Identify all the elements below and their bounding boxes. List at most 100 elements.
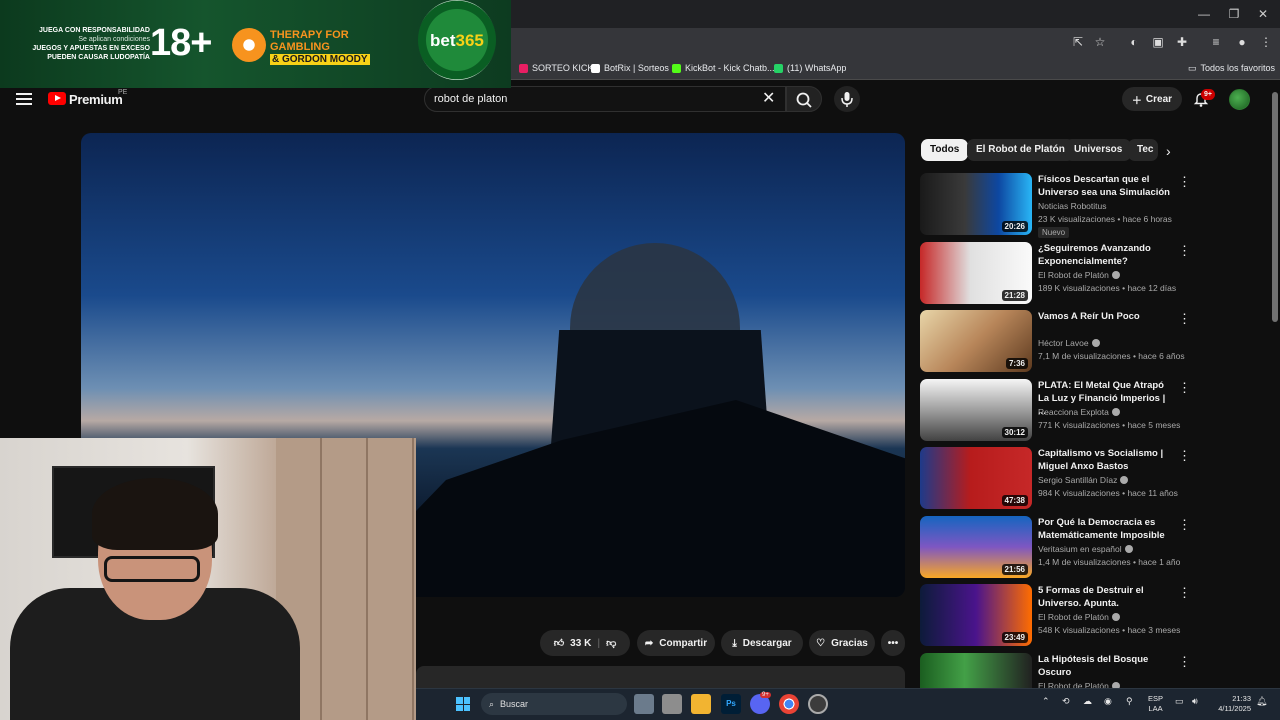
thanks-button[interactable]: ♡ Gracias: [809, 630, 875, 656]
bookmark-botrix[interactable]: BotRix | Sorteos: [591, 59, 669, 77]
download-button[interactable]: ⤓ Descargar: [721, 630, 803, 656]
voice-search-button[interactable]: [834, 86, 860, 112]
video-title[interactable]: Físicos Descartan que el Universo sea un…: [1038, 173, 1173, 199]
more-options-icon[interactable]: ⋮: [1178, 312, 1191, 325]
chrome-icon[interactable]: [779, 694, 799, 714]
reading-list-icon[interactable]: ≡: [1208, 34, 1224, 50]
video-thumbnail[interactable]: 7:36: [920, 310, 1032, 372]
more-options-icon[interactable]: ⋮: [1178, 449, 1191, 462]
description-box[interactable]: [416, 666, 905, 690]
video-title[interactable]: Capitalismo vs Socialismo | Miguel Anxo …: [1038, 447, 1173, 473]
channel-name[interactable]: Veritasium en español: [1038, 544, 1133, 554]
channel-name[interactable]: Sergio Santillán Díaz: [1038, 475, 1129, 485]
search-button[interactable]: [786, 86, 822, 112]
cloud-icon[interactable]: ☁: [1083, 696, 1092, 707]
ad-text: JUEGOS Y APUESTAS EN EXCESO: [32, 45, 150, 52]
chip-channel[interactable]: El Robot de Platón: [967, 139, 1074, 161]
channel-name[interactable]: El Robot de Platón: [1038, 612, 1120, 622]
tray-icon[interactable]: ◉: [1104, 696, 1112, 707]
speaker-icon[interactable]: 🔊︎: [1192, 696, 1198, 707]
minimize-button[interactable]: —: [1196, 6, 1212, 22]
recommendation-item[interactable]: 7:36 Vamos A Reír Un Poco Héctor Lavoe 7,1 …: [920, 310, 1275, 374]
video-title[interactable]: Por Qué la Democracia es Matemáticamente…: [1038, 516, 1173, 542]
recommendation-item[interactable]: 21:56 Por Qué la Democracia es Matemática…: [920, 516, 1275, 580]
video-title[interactable]: 5 Formas de Destruir el Universo. Apunta…: [1038, 584, 1173, 610]
search-query[interactable]: robot de platon: [434, 93, 507, 105]
video-meta: 189 K visualizaciones • hace 12 días: [1038, 283, 1177, 293]
browser-menu-icon[interactable]: ⋮: [1258, 34, 1274, 50]
video-thumbnail[interactable]: 30:12: [920, 379, 1032, 441]
more-options-icon[interactable]: ⋮: [1178, 655, 1191, 668]
channel-name[interactable]: Reacciona Explota: [1038, 407, 1120, 417]
video-thumbnail[interactable]: 20:26: [920, 173, 1032, 235]
chip-all[interactable]: Todos: [921, 139, 969, 161]
notification-icon[interactable]: 🔔︎: [1256, 696, 1267, 707]
ad-banner[interactable]: JUEGA CON RESPONSABILIDAD Se aplican con…: [0, 0, 511, 88]
video-title[interactable]: ¿Seguiremos Avanzando Exponencialmente?: [1038, 242, 1173, 268]
more-options-icon[interactable]: ⋮: [1178, 381, 1191, 394]
video-title[interactable]: Vamos A Reír Un Poco: [1038, 310, 1173, 323]
windows-start-icon[interactable]: [456, 697, 470, 711]
video-thumbnail[interactable]: 47:38: [920, 447, 1032, 509]
recommendation-item[interactable]: 30:12 PLATA: El Metal Que Atrapó La Luz y…: [920, 379, 1275, 443]
brand-part: bet: [430, 31, 456, 50]
extension-icon[interactable]: ▣: [1150, 34, 1166, 50]
thumbs-down-icon[interactable]: 👎︎: [606, 637, 616, 649]
create-button[interactable]: ＋ Crear: [1122, 87, 1182, 111]
more-options-icon[interactable]: ⋮: [1178, 518, 1191, 531]
recommendation-item[interactable]: 21:28 ¿Seguiremos Avanzando Exponencialme…: [920, 242, 1275, 306]
video-thumbnail[interactable]: 21:28: [920, 242, 1032, 304]
video-title[interactable]: La Hipótesis del Bosque Oscuro: [1038, 653, 1173, 679]
video-meta: 984 K visualizaciones • hace 11 años: [1038, 488, 1178, 498]
chip-universes[interactable]: Universos: [1065, 139, 1132, 161]
channel-name[interactable]: El Robot de Platón: [1038, 270, 1120, 280]
clear-search-icon[interactable]: ✕: [762, 91, 775, 107]
extension-icon[interactable]: ◐: [1126, 34, 1142, 50]
video-meta: 7,1 M de visualizaciones • hace 6 años: [1038, 351, 1185, 361]
bookmark-whatsapp[interactable]: (11) WhatsApp: [774, 59, 846, 77]
share-button[interactable]: ➦ Compartir: [637, 630, 715, 656]
bookmark-star-icon[interactable]: ☆: [1092, 34, 1108, 50]
page-scrollbar[interactable]: [1272, 92, 1278, 322]
maximize-button[interactable]: ❐: [1226, 6, 1242, 22]
account-avatar[interactable]: [1229, 89, 1250, 110]
recommendation-item[interactable]: 20:26 Físicos Descartan que el Universo s…: [920, 173, 1275, 238]
more-options-icon[interactable]: ⋮: [1178, 244, 1191, 257]
taskbar-search[interactable]: ⌕ Buscar: [481, 693, 627, 715]
tray-icon[interactable]: ⟲: [1062, 696, 1070, 707]
channel-name[interactable]: Noticias Robotitus: [1038, 201, 1107, 211]
bookmark-sorteo-kick[interactable]: SORTEO KICK: [519, 59, 593, 77]
file-explorer-icon[interactable]: [691, 694, 711, 714]
ad-text: PUEDEN CAUSAR LUDOPATÍA: [47, 54, 150, 61]
monitor-icon[interactable]: ▭: [1175, 696, 1184, 707]
puzzle-icon[interactable]: ✚: [1174, 34, 1190, 50]
video-thumbnail[interactable]: 21:56: [920, 516, 1032, 578]
photoshop-icon[interactable]: Ps: [721, 694, 741, 714]
youtube-premium-brand[interactable]: Premium: [69, 92, 123, 107]
youtube-logo-icon[interactable]: [48, 92, 66, 105]
all-favorites-folder[interactable]: ▭ Todos los favoritos: [1188, 59, 1275, 77]
close-window-button[interactable]: ✕: [1255, 6, 1271, 22]
bookmark-kickbot[interactable]: KickBot - Kick Chatb...: [672, 59, 775, 77]
install-app-icon[interactable]: ⇱: [1070, 34, 1086, 50]
tray-icon[interactable]: ⚲: [1126, 696, 1133, 707]
recommendation-item[interactable]: 47:38 Capitalismo vs Socialismo | Miguel …: [920, 447, 1275, 511]
more-options-icon[interactable]: ⋮: [1178, 586, 1191, 599]
like-count[interactable]: 33 K: [570, 638, 591, 649]
video-thumbnail[interactable]: 23:49: [920, 584, 1032, 646]
more-actions-button[interactable]: •••: [881, 630, 905, 656]
chip-tec[interactable]: Tec: [1128, 139, 1158, 161]
app-icon[interactable]: [808, 694, 828, 714]
thumbs-up-icon[interactable]: 👍︎: [554, 637, 564, 649]
input-language[interactable]: ESP LAA: [1148, 694, 1163, 714]
chevron-right-icon[interactable]: ›: [1166, 143, 1171, 159]
channel-name[interactable]: Héctor Lavoe: [1038, 338, 1100, 348]
recommendation-item[interactable]: 23:49 5 Formas de Destruir el Universo. A…: [920, 584, 1275, 648]
more-options-icon[interactable]: ⋮: [1178, 175, 1191, 188]
chevron-up-icon[interactable]: ⌃: [1042, 696, 1050, 707]
task-view-icon[interactable]: [634, 694, 654, 714]
hamburger-menu-icon[interactable]: [16, 91, 32, 107]
app-icon[interactable]: [662, 694, 682, 714]
taskbar-clock[interactable]: 21:33 4/11/2025: [1213, 694, 1251, 714]
profile-avatar[interactable]: ●: [1234, 34, 1250, 50]
